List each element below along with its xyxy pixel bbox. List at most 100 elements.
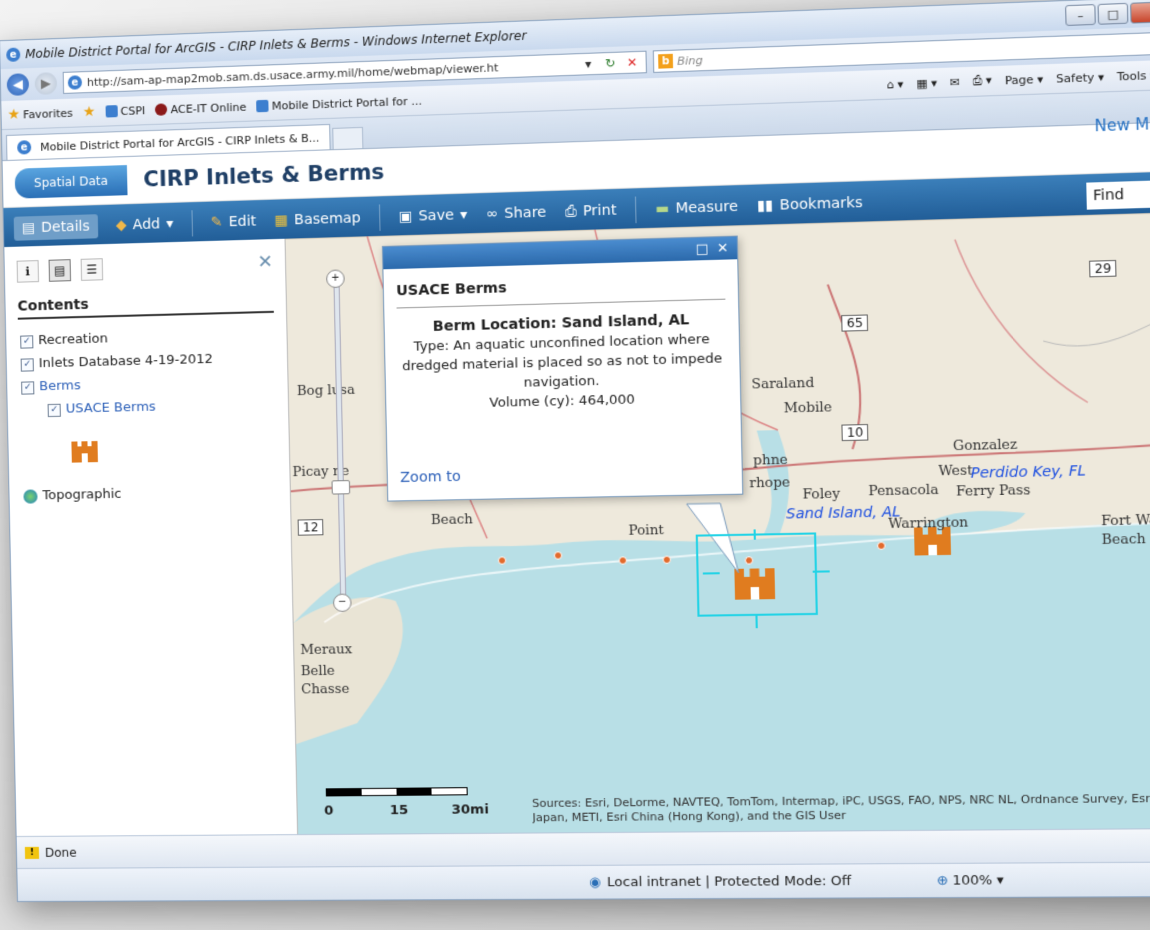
layer-topographic[interactable]: Topographic bbox=[9, 479, 290, 508]
fav-item-mobile-district[interactable]: Mobile District Portal for ... bbox=[256, 94, 422, 113]
place-label: Mobile bbox=[783, 400, 833, 417]
slider-track[interactable] bbox=[333, 277, 347, 604]
edit-button[interactable]: ✎ Edit bbox=[211, 213, 257, 231]
address-url: http://sam-ap-map2mob.sam.ds.usace.army.… bbox=[86, 60, 499, 89]
place-label: Ferry Pass bbox=[955, 482, 1031, 500]
selection-box bbox=[695, 532, 818, 617]
fav-item-ace-it[interactable]: ACE-IT Online bbox=[155, 100, 246, 116]
warning-icon: ! bbox=[24, 846, 40, 859]
berm-marker[interactable] bbox=[498, 557, 505, 564]
place-label: Belle Chasse bbox=[300, 663, 350, 698]
layer-checkbox[interactable]: ✓ bbox=[47, 403, 61, 418]
popup-body: Berm Location: Sand Island, AL Type: An … bbox=[399, 310, 726, 415]
layer-checkbox[interactable]: ✓ bbox=[21, 381, 35, 395]
legend-icon[interactable]: ☰ bbox=[80, 258, 104, 281]
mail-icon[interactable]: ✉ bbox=[950, 75, 960, 89]
pencil-icon: ✎ bbox=[210, 214, 223, 231]
highway-shield: 29 bbox=[1089, 259, 1117, 278]
print-button[interactable]: ⎙ Print bbox=[565, 202, 617, 220]
layer-checkbox[interactable]: ✓ bbox=[20, 335, 34, 349]
contents-panel: ℹ ▤ ☰ ✕ Contents ✓ Recreation ✓ Inlets D… bbox=[4, 238, 299, 838]
intranet-icon: ◉ bbox=[588, 874, 601, 890]
close-button[interactable]: x bbox=[1130, 0, 1150, 24]
share-button[interactable]: ∞ Share bbox=[486, 204, 547, 222]
chevron-down-icon: ▾ bbox=[165, 215, 174, 233]
star-icon: ★ bbox=[7, 106, 21, 123]
refresh-icon[interactable]: ↻ bbox=[601, 54, 620, 73]
details-icon: ▤ bbox=[21, 220, 36, 237]
castle-legend-icon bbox=[71, 441, 98, 463]
zoom-to-link[interactable]: Zoom to bbox=[400, 469, 461, 486]
bookmarks-button[interactable]: ▮▮ Bookmarks bbox=[757, 195, 863, 215]
home-icon[interactable]: ⌂ ▾ bbox=[886, 77, 903, 91]
berm-marker[interactable] bbox=[877, 542, 885, 549]
search-placeholder: Bing bbox=[676, 53, 704, 68]
print-icon[interactable]: ⎙ ▾ bbox=[973, 73, 992, 88]
maximize-button[interactable]: □ bbox=[1097, 2, 1129, 25]
zoom-in-button[interactable]: + bbox=[326, 269, 345, 289]
fav-item-cspi[interactable]: CSPI bbox=[105, 104, 145, 118]
forward-button[interactable]: ▶ bbox=[34, 72, 58, 95]
security-zone[interactable]: ◉ Local intranet | Protected Mode: Off bbox=[589, 873, 851, 890]
map-title: CIRP Inlets & Berms bbox=[143, 159, 385, 192]
new-tab-button[interactable] bbox=[332, 126, 364, 150]
place-label: West bbox=[938, 463, 973, 480]
details-button[interactable]: ▤ Details bbox=[13, 214, 99, 241]
back-button[interactable]: ◀ bbox=[6, 73, 30, 96]
berm-marker[interactable] bbox=[663, 556, 670, 563]
book-icon: ▮▮ bbox=[756, 197, 774, 215]
feeds-icon[interactable]: ▦ ▾ bbox=[916, 76, 937, 90]
find-input[interactable]: Find bbox=[1086, 179, 1150, 210]
place-label: Gonzalez bbox=[952, 437, 1018, 455]
zoom-level[interactable]: ⊕ 100% ▾ bbox=[936, 872, 1004, 888]
toolbar-divider bbox=[191, 210, 193, 237]
chevron-down-icon: ▾ bbox=[996, 872, 1004, 889]
dropdown-icon[interactable]: ▾ bbox=[579, 54, 598, 73]
place-label: Bog lusa bbox=[296, 382, 356, 400]
ace-it-icon bbox=[155, 103, 168, 116]
new-map-link[interactable]: New Map bbox=[1094, 114, 1150, 135]
about-icon[interactable]: ℹ bbox=[16, 260, 40, 283]
maximize-icon[interactable]: □ bbox=[696, 241, 709, 257]
berm-marker[interactable] bbox=[554, 552, 561, 559]
scale-label: 0 bbox=[324, 803, 334, 819]
berm-marker[interactable] bbox=[619, 557, 626, 564]
panel-tabs: ℹ ▤ ☰ bbox=[4, 239, 285, 293]
popup-title: USACE Berms bbox=[396, 273, 726, 309]
slider-knob[interactable] bbox=[331, 480, 351, 495]
place-label: phne bbox=[752, 452, 788, 469]
basemap-button[interactable]: ▦ Basemap bbox=[274, 210, 361, 229]
map-view[interactable]: Bog lusa Saraland Mobile Picay ne phne r… bbox=[285, 211, 1150, 836]
globe-icon bbox=[23, 489, 38, 504]
contents-icon[interactable]: ▤ bbox=[48, 259, 72, 282]
close-icon[interactable]: ✕ bbox=[717, 240, 729, 256]
tools-menu[interactable]: Tools ▾ bbox=[1117, 68, 1150, 83]
stop-icon[interactable]: ✕ bbox=[622, 53, 641, 72]
page-icon: e bbox=[17, 140, 32, 155]
close-panel-icon[interactable]: ✕ bbox=[257, 251, 273, 273]
printer-icon: ⎙ bbox=[564, 203, 577, 221]
highway-shield: 65 bbox=[841, 314, 869, 332]
measure-button[interactable]: ▬ Measure bbox=[655, 199, 738, 218]
status-text: Done bbox=[44, 845, 77, 860]
contents-heading: Contents bbox=[17, 291, 274, 320]
add-icon: ◆ bbox=[115, 217, 127, 234]
minimize-button[interactable]: – bbox=[1065, 4, 1096, 27]
app-body: ℹ ▤ ☰ ✕ Contents ✓ Recreation ✓ Inlets D… bbox=[4, 211, 1150, 838]
info-popup: □ ✕ USACE Berms Berm Location: Sand Isla… bbox=[381, 235, 744, 502]
page-icon: e bbox=[67, 75, 83, 90]
spatial-data-logo[interactable]: Spatial Data bbox=[14, 165, 128, 199]
save-button[interactable]: ▣ Save ▾ bbox=[399, 207, 468, 225]
add-button[interactable]: ◆ Add ▾ bbox=[116, 216, 174, 234]
bing-icon: b bbox=[658, 53, 674, 69]
page-menu[interactable]: Page ▾ bbox=[1005, 72, 1044, 87]
magnifier-icon: ⊕ bbox=[936, 872, 949, 889]
scale-label: 30mi bbox=[451, 802, 489, 818]
favorites-button[interactable]: ★ Favorites bbox=[7, 105, 73, 123]
scale-label: 15 bbox=[389, 802, 409, 819]
safety-menu[interactable]: Safety ▾ bbox=[1056, 70, 1104, 85]
place-label: Foley bbox=[802, 486, 841, 503]
layer-checkbox[interactable]: ✓ bbox=[20, 358, 34, 372]
add-favorite-icon[interactable]: ★ bbox=[83, 104, 96, 120]
scale-bar bbox=[325, 787, 468, 797]
